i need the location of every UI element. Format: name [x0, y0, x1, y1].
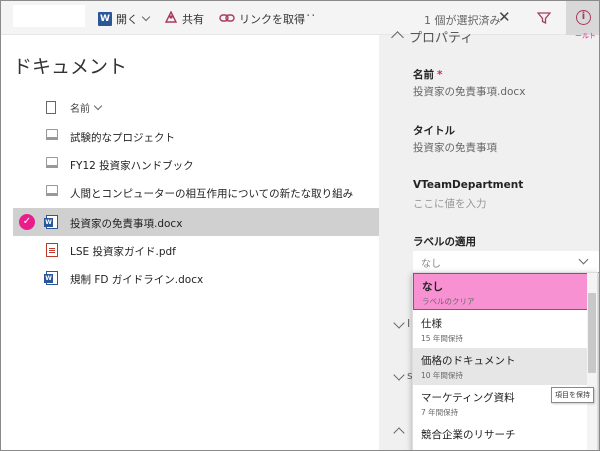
item-name[interactable]: LSE 投資家ガイド.pdf	[70, 244, 176, 259]
filter-icon[interactable]	[536, 10, 552, 29]
option-title: 仕様	[421, 318, 442, 330]
option-subtitle: 7 年間保持	[421, 408, 459, 417]
column-header-label: 名前	[70, 104, 90, 115]
label-dropdown[interactable]: なし	[413, 251, 599, 273]
scrollbar-thumb[interactable]	[588, 293, 596, 373]
option-title: 競合企業のリサーチ	[421, 429, 516, 441]
word-file-icon	[44, 271, 58, 285]
app-launcher-area[interactable]	[13, 5, 85, 27]
info-icon: i	[576, 10, 591, 25]
vteam-field-input[interactable]: ここに値を入力	[413, 196, 487, 211]
open-label: 開く	[116, 13, 138, 26]
title-field-value[interactable]: 投資家の免責事項	[413, 140, 497, 155]
app-window: W 開く 共有 リンクを取得 ··· 1 個が選択済み ✕ i ドキュメント 名…	[0, 0, 600, 451]
section-chevron-icon[interactable]	[393, 427, 405, 439]
page-title: ドキュメント	[13, 56, 128, 78]
list-item[interactable]: 試験的なプロジェクト	[13, 122, 379, 150]
label-option[interactable]: 仕様 15 年間保持	[413, 311, 588, 348]
option-title: なし	[422, 281, 443, 293]
open-button[interactable]: W 開く	[98, 10, 151, 28]
name-field-value[interactable]: 投資家の免責事項.docx	[413, 84, 525, 99]
title-field-label: タイトル	[413, 125, 455, 137]
tooltip: 項目を保持	[551, 387, 594, 403]
option-title: マーケティング資料	[421, 392, 515, 404]
command-bar: W 開く 共有 リンクを取得 ··· 1 個が選択済み ✕ i	[1, 1, 599, 35]
item-name[interactable]: 人間とコンピューターの相互作用についての新たな取り組み	[70, 186, 353, 201]
vteam-field-label: VTeamDepartment	[413, 179, 524, 191]
selection-status: 1 個が選択済み	[424, 14, 501, 27]
item-name[interactable]: FY12 投資家ハンドブック	[70, 158, 194, 173]
pdf-file-icon	[46, 243, 58, 257]
folder-icon	[46, 185, 58, 196]
option-subtitle: ラベルのクリア	[422, 297, 475, 306]
word-icon: W	[98, 12, 112, 26]
get-link-label: リンクを取得	[239, 13, 305, 26]
list-item-selected[interactable]: ✓ 投資家の免責事項.docx	[13, 208, 379, 236]
link-icon	[219, 12, 235, 27]
file-type-icon	[46, 101, 56, 114]
option-title: 価格のドキュメント	[421, 355, 516, 367]
folder-icon	[46, 157, 58, 168]
list-item[interactable]: LSE 投資家ガイド.pdf	[13, 236, 379, 264]
list-item[interactable]: 人間とコンピューターの相互作用についての新たな取り組み	[13, 178, 379, 206]
share-icon	[164, 9, 178, 28]
word-file-icon	[44, 215, 58, 229]
scrollbar[interactable]	[587, 273, 597, 450]
checkmark-icon[interactable]: ✓	[19, 214, 35, 230]
header-link[interactable]: ールト	[575, 31, 596, 41]
folder-icon	[46, 129, 58, 140]
column-header-name[interactable]: 名前	[46, 100, 103, 115]
label-dropdown-value: なし	[421, 259, 441, 270]
section-chevron-icon[interactable]	[393, 369, 405, 381]
details-pane: プロパティ ールト 名前 * 投資家の免責事項.docx タイトル 投資家の免責事…	[379, 31, 599, 450]
item-name[interactable]: 規制 FD ガイドライン.docx	[70, 272, 203, 287]
option-subtitle: 10 年間保持	[421, 371, 463, 380]
list-item[interactable]: 規制 FD ガイドライン.docx	[13, 264, 379, 292]
label-option[interactable]: 価格のドキュメント 10 年間保持	[413, 348, 588, 385]
item-name[interactable]: 試験的なプロジェクト	[70, 130, 175, 145]
label-option[interactable]: 競合企業のリサーチ	[413, 422, 588, 450]
properties-header[interactable]: プロパティ	[409, 27, 473, 46]
label-option[interactable]: なし ラベルのクリア	[413, 273, 588, 310]
more-options-icon[interactable]: ···	[301, 9, 316, 24]
option-subtitle: 15 年間保持	[421, 334, 463, 343]
item-name[interactable]: 投資家の免責事項.docx	[70, 216, 182, 231]
required-marker: *	[437, 69, 443, 81]
section-chevron-icon[interactable]	[393, 317, 405, 329]
share-button[interactable]: 共有	[164, 9, 204, 28]
name-label-text: 名前	[413, 69, 434, 81]
share-label: 共有	[182, 13, 204, 26]
details-pane-button[interactable]: i	[566, 1, 599, 35]
label-options-list: なし ラベルのクリア 仕様 15 年間保持 価格のドキュメント 10 年間保持 …	[412, 272, 598, 450]
apply-label-heading: ラベルの適用	[413, 236, 476, 248]
clear-selection-icon[interactable]: ✕	[498, 8, 511, 26]
list-item[interactable]: FY12 投資家ハンドブック	[13, 150, 379, 178]
get-link-button[interactable]: リンクを取得	[219, 10, 305, 28]
chevron-down-icon	[141, 12, 151, 22]
section-fragment: I	[407, 317, 411, 330]
chevron-down-icon	[578, 254, 589, 265]
sort-chevron-icon	[93, 101, 103, 110]
name-field-label: 名前 *	[413, 67, 443, 82]
